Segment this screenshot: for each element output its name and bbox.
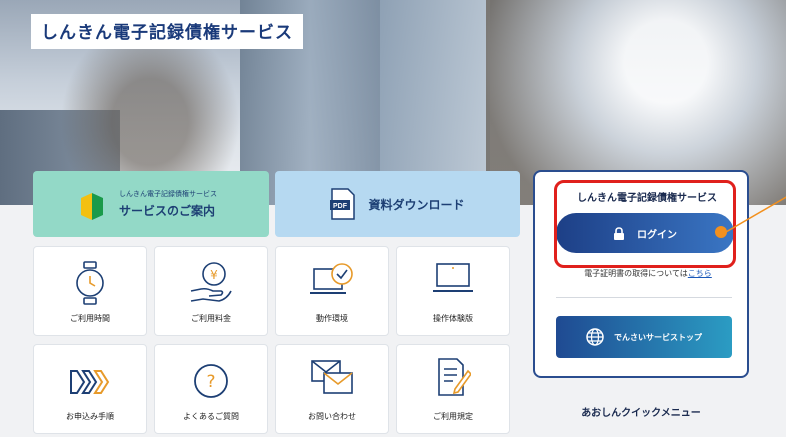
- download-tile[interactable]: PDF 資料ダウンロード: [275, 171, 520, 237]
- callout-line: [726, 196, 786, 233]
- beginner-mark-icon: [81, 193, 103, 220]
- intro-tile-sublabel: しんきん電子記録債権サービス: [119, 190, 217, 198]
- steps-arrows-icon: [70, 370, 110, 394]
- densai-button-label: でんさいサービストップ: [614, 332, 702, 342]
- svg-text:?: ?: [206, 372, 215, 392]
- grid-label: お問い合わせ: [308, 412, 356, 421]
- grid-label: ご利用料金: [191, 314, 231, 323]
- grid-item-environment[interactable]: 動作環境: [275, 246, 389, 336]
- svg-text:¥: ¥: [210, 268, 218, 282]
- grid-item-terms[interactable]: ご利用規定: [396, 344, 510, 434]
- certificate-note: 電子証明書の取得についてはこちら: [560, 268, 736, 279]
- clock-icon: [76, 261, 104, 305]
- grid-label: お申込み手順: [66, 412, 114, 421]
- grid-item-contact[interactable]: お問い合わせ: [275, 344, 389, 434]
- service-intro-tile[interactable]: しんきん電子記録債権サービス サービスのご案内: [33, 171, 269, 237]
- highlight-box: [554, 180, 736, 268]
- quick-menu-heading: あおしんクイックメニュー: [581, 408, 701, 419]
- pdf-icon-text: PDF: [333, 203, 348, 210]
- yen-hand-icon: ¥: [190, 262, 232, 302]
- certificate-link[interactable]: こちら: [688, 269, 712, 278]
- grid-item-fees[interactable]: ¥ ご利用料金: [154, 246, 268, 336]
- document-pen-icon: [438, 358, 471, 396]
- grid-label: よくあるご質問: [183, 412, 239, 421]
- grid-item-hours[interactable]: ご利用時間: [33, 246, 147, 336]
- grid-item-application[interactable]: お申込み手順: [33, 344, 147, 434]
- laptop-icon: [433, 263, 473, 292]
- envelope-icon: [311, 360, 353, 394]
- download-tile-label: 資料ダウンロード: [368, 197, 465, 212]
- certificate-note-text: 電子証明書の取得については: [584, 269, 688, 278]
- grid-label: 操作体験版: [433, 314, 473, 323]
- grid-item-demo[interactable]: 操作体験版: [396, 246, 510, 336]
- hero-title: しんきん電子記録債権サービス: [31, 14, 303, 49]
- grid-item-faq[interactable]: ? よくあるご質問: [154, 344, 268, 434]
- globe-icon: [586, 328, 604, 346]
- grid-label: ご利用時間: [70, 314, 110, 323]
- grid-label: 動作環境: [316, 314, 348, 323]
- intro-tile-label: サービスのご案内: [119, 204, 216, 218]
- densai-top-button[interactable]: でんさいサービストップ: [556, 316, 732, 358]
- pdf-icon: PDF: [330, 188, 356, 220]
- panel-divider: [556, 297, 732, 298]
- laptop-check-icon: [310, 263, 353, 294]
- grid-label: ご利用規定: [433, 412, 473, 421]
- question-icon: ?: [194, 364, 228, 398]
